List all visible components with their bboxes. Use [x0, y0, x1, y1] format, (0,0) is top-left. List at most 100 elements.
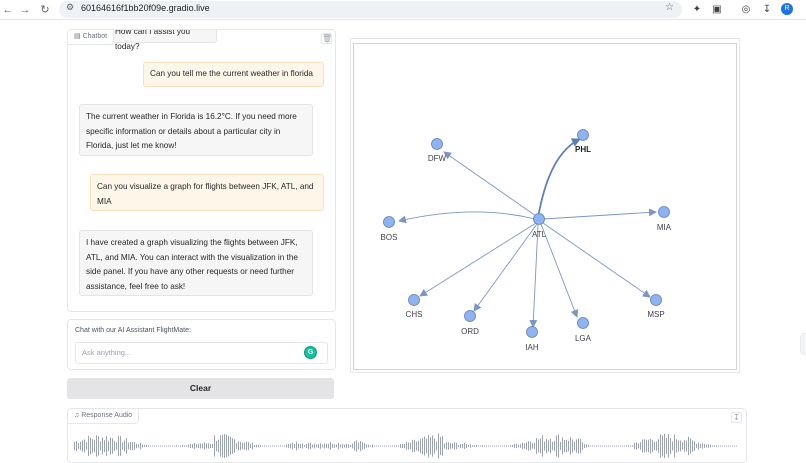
- node-iah[interactable]: [526, 326, 538, 338]
- node-msp[interactable]: [650, 294, 662, 306]
- waveform-bar: [588, 445, 589, 447]
- waveform-bar: [424, 436, 425, 456]
- waveform-bar: [428, 434, 429, 458]
- waveform-bar: [602, 445, 603, 447]
- waveform-bar: [286, 444, 287, 448]
- waveform-bar: [526, 442, 527, 450]
- node-ord[interactable]: [464, 310, 476, 322]
- download-audio-icon[interactable]: ↧: [731, 412, 742, 423]
- waveform-bar: [456, 442, 457, 450]
- waveform-bar: [594, 445, 595, 447]
- waveform-bar: [90, 437, 91, 455]
- browser-toolbar: ← → ↻ ⚙ 60164616f1bb20f09e.gradio.live ☆…: [0, 0, 806, 19]
- edge-atl-msp: [542, 222, 651, 298]
- address-bar[interactable]: ⚙ 60164616f1bb20f09e.gradio.live ☆: [59, 1, 682, 18]
- waveform-bar: [308, 443, 309, 449]
- media-icon[interactable]: ◎: [738, 2, 754, 18]
- waveform-bar: [174, 445, 175, 447]
- node-chs[interactable]: [408, 294, 420, 306]
- extensions-icon[interactable]: ▣: [709, 2, 725, 18]
- waveform-bar: [270, 445, 271, 447]
- site-info-icon[interactable]: ⚙: [66, 2, 74, 13]
- waveform-bar: [202, 443, 203, 449]
- waveform-bar: [436, 441, 437, 451]
- node-bos[interactable]: [383, 216, 395, 228]
- node-phl[interactable]: [577, 129, 589, 141]
- waveform-bar: [638, 443, 639, 449]
- chat-input-placeholder: Ask anything...: [82, 348, 132, 357]
- waveform-bar: [198, 443, 199, 449]
- waveform-bar: [500, 445, 501, 447]
- waveform-bar: [354, 441, 355, 451]
- url-text[interactable]: 60164616f1bb20f09e.gradio.live: [81, 3, 210, 13]
- waveform-bar: [250, 443, 251, 449]
- chat-input-field[interactable]: Ask anything... G: [75, 342, 328, 364]
- waveform-bar: [224, 434, 225, 458]
- waveform-bar: [560, 441, 561, 451]
- waveform-bar: [534, 442, 535, 450]
- sparkle-icon[interactable]: ✦: [689, 2, 705, 18]
- waveform-bar: [100, 441, 101, 451]
- graph-canvas[interactable]: ATL PHL DFW BOS MIA CHS ORD IAH LGA MSP: [353, 43, 737, 370]
- waveform-bar: [580, 438, 581, 454]
- waveform-bar: [512, 444, 513, 448]
- clear-button[interactable]: Clear: [67, 378, 334, 399]
- node-lga[interactable]: [577, 317, 589, 329]
- profile-avatar[interactable]: R: [781, 3, 793, 15]
- waveform-bar: [252, 442, 253, 450]
- waveform-bar: [262, 445, 263, 447]
- waveform-bar: [674, 434, 675, 458]
- waveform-bar: [142, 444, 143, 448]
- waveform-bar: [360, 440, 361, 452]
- waveform-bar: [162, 445, 163, 447]
- graph-nodes[interactable]: [383, 129, 670, 338]
- chat-bubble-icon: ▤: [74, 33, 83, 40]
- node-dfw[interactable]: [431, 138, 443, 150]
- trash-icon[interactable]: 🗑: [321, 33, 332, 44]
- waveform-bar: [92, 438, 93, 454]
- waveform-bar: [470, 444, 471, 448]
- waveform-bar: [136, 443, 137, 449]
- waveform-bar: [340, 444, 341, 448]
- side-panel-tab[interactable]: [800, 333, 806, 355]
- flight-network-graph[interactable]: ATL PHL DFW BOS MIA CHS ORD IAH LGA MSP: [354, 44, 738, 371]
- node-atl[interactable]: [533, 213, 545, 225]
- waveform-bar: [442, 436, 443, 456]
- waveform-bar: [728, 445, 729, 447]
- message-text: Can you visualize a graph for flights be…: [97, 182, 314, 206]
- waveform-bar: [626, 445, 627, 447]
- forward-icon[interactable]: →: [17, 2, 33, 18]
- waveform-bar: [196, 444, 197, 448]
- waveform-bar: [146, 444, 147, 448]
- waveform-bar: [290, 443, 291, 449]
- waveform-bar: [566, 439, 567, 453]
- node-label-lga: LGA: [575, 334, 592, 343]
- waveform-bar: [336, 444, 337, 448]
- bookmark-star-icon[interactable]: ☆: [665, 2, 674, 13]
- waveform-bar: [616, 445, 617, 447]
- waveform-bar: [582, 442, 583, 450]
- waveform-bar: [298, 443, 299, 449]
- waveform-bar: [608, 445, 609, 447]
- waveform-bar: [694, 441, 695, 451]
- waveform-bar: [390, 445, 391, 447]
- waveform-bar: [182, 444, 183, 448]
- waveform-bar: [562, 437, 563, 455]
- waveform-bar: [388, 445, 389, 447]
- waveform-bar: [348, 444, 349, 448]
- waveform-bar: [720, 445, 721, 447]
- download-icon[interactable]: ↧: [759, 2, 775, 18]
- waveform-bar: [408, 442, 409, 450]
- waveform-bar: [714, 445, 715, 447]
- reload-icon[interactable]: ↻: [37, 2, 53, 18]
- waveform-bar: [486, 445, 487, 447]
- waveform-bar: [660, 434, 661, 458]
- grammarly-icon[interactable]: G: [304, 346, 317, 359]
- waveform-bar: [330, 442, 331, 450]
- waveform-bar: [578, 438, 579, 454]
- audio-waveform[interactable]: [74, 431, 738, 461]
- node-mia[interactable]: [658, 206, 670, 218]
- back-icon[interactable]: ←: [0, 2, 16, 18]
- waveform-bar: [106, 436, 107, 456]
- waveform-bar: [432, 435, 433, 457]
